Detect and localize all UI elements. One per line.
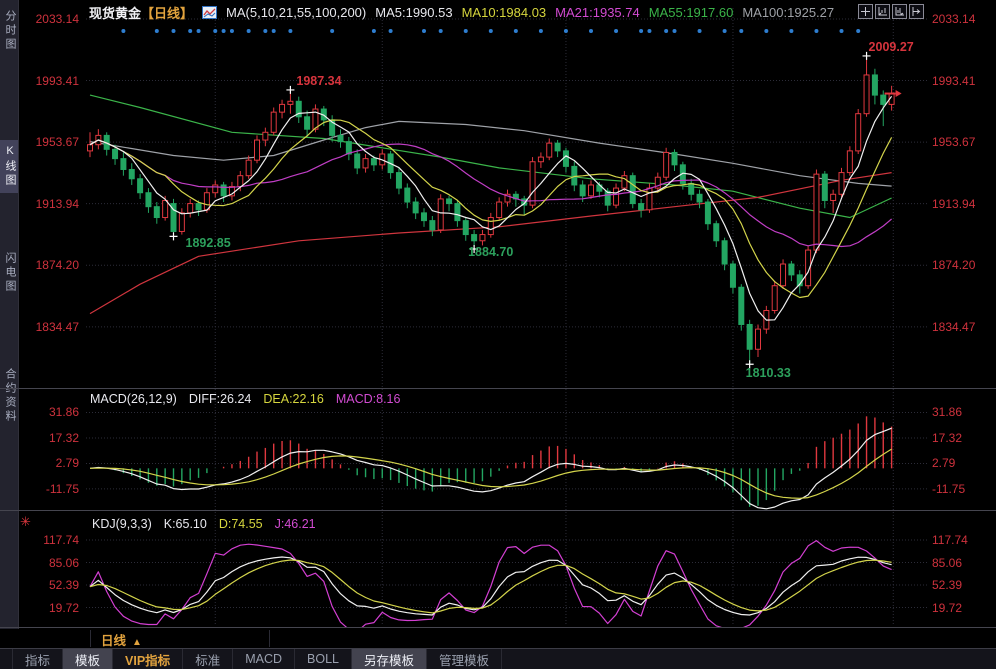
tab-save-template[interactable]: 另存模板 (352, 649, 427, 669)
axis-tick-label: 52.39 (19, 578, 79, 592)
axis-tick-label: 19.72 (932, 601, 962, 615)
tab-macd[interactable]: MACD (233, 649, 295, 669)
ma21-value: MA21:1935.74 (555, 5, 640, 20)
time-axis-row: 日线▲ (0, 629, 996, 648)
trading-app-window: 分时图 K线图 闪电图 合约资料 现货黄金【日线】 MA(5,10,21,55,… (0, 0, 996, 669)
sidebar-item-contract-info[interactable]: 合约资料 (0, 368, 18, 424)
tab-indicators[interactable]: 指标 (12, 649, 63, 669)
axis-tick-label: 17.32 (19, 431, 79, 445)
sidebar-item-time-chart[interactable]: 分时图 (0, 10, 18, 52)
axis-tick-label: 52.39 (932, 578, 962, 592)
ma100-value: MA100:1925.27 (742, 5, 834, 20)
axis-row-separator (90, 630, 91, 647)
macd-value: MACD:8.16 (336, 392, 401, 406)
axis-tick-label: 1834.47 (932, 320, 975, 334)
kdj-panel-header: KDJ(9,3,3) K:65.10 D:74.55 J:46.21 (92, 517, 316, 531)
axis-row-separator (269, 630, 270, 647)
ma-caption: MA(5,10,21,55,100,200) (226, 5, 366, 20)
diff-value: DIFF:26.24 (189, 392, 252, 406)
indicator-tabbar: 指标 模板 VIP指标 标准 MACD BOLL 另存模板 管理模板 (0, 648, 996, 669)
kline-chart-canvas[interactable] (0, 0, 996, 669)
axis-tick-label: 85.06 (932, 556, 962, 570)
axis-tick-label: 31.86 (19, 405, 79, 419)
macd-title: MACD(26,12,9) (90, 392, 177, 406)
macd-kdj-divider (0, 510, 996, 511)
tab-standard[interactable]: 标准 (183, 649, 233, 669)
tab-manage-template[interactable]: 管理模板 (427, 649, 502, 669)
ma55-value: MA55:1917.60 (649, 5, 734, 20)
axis-tick-label: 19.72 (19, 601, 79, 615)
pan-right-icon[interactable] (909, 4, 924, 19)
axis-tick-label: -11.75 (19, 482, 79, 496)
chart-header: 现货黄金【日线】 MA(5,10,21,55,100,200) MA5:1990… (89, 3, 834, 22)
indicator-settings-icon[interactable]: ✳ (20, 515, 31, 528)
axis-tick-label: 17.32 (932, 431, 962, 445)
axis-tick-label: 117.74 (19, 533, 79, 547)
tab-boll[interactable]: BOLL (295, 649, 352, 669)
axis-tick-label: 1953.67 (932, 135, 975, 149)
axis-tick-label: 1913.94 (19, 197, 79, 211)
tab-vip-indicators[interactable]: VIP指标 (113, 649, 183, 669)
j-value: J:46.21 (275, 517, 316, 531)
axis-tick-label: 31.86 (932, 405, 962, 419)
axis-tick-label: 2.79 (932, 456, 955, 470)
price-annotation: 1810.33 (746, 366, 791, 380)
axis-tick-label: 1953.67 (19, 135, 79, 149)
period-selector[interactable]: 日线▲ (101, 630, 142, 649)
d-value: D:74.55 (219, 517, 263, 531)
axis-tick-label: 1834.47 (19, 320, 79, 334)
k-value: K:65.10 (164, 517, 207, 531)
ma10-value: MA10:1984.03 (462, 5, 547, 20)
axis-tick-label: 1993.41 (19, 74, 79, 88)
dea-value: DEA:22.16 (263, 392, 323, 406)
symbol-name: 现货黄金【日线】 (89, 3, 193, 22)
chart-type-sidebar: 分时图 K线图 闪电图 合约资料 (0, 0, 19, 648)
axis-tick-label: 1993.41 (932, 74, 975, 88)
tab-templates[interactable]: 模板 (63, 649, 113, 669)
sidebar-item-kline-chart[interactable]: K线图 (0, 140, 18, 193)
axis-tick-label: 2.79 (19, 456, 79, 470)
ma5-value: MA5:1990.53 (375, 5, 452, 20)
axis-tick-label: 1874.20 (19, 258, 79, 272)
price-annotation: 1884.70 (468, 245, 513, 259)
kdj-axis-divider (0, 627, 996, 628)
macd-panel-header: MACD(26,12,9) DIFF:26.24 DEA:22.16 MACD:… (90, 392, 400, 406)
price-annotation: 1987.34 (296, 74, 341, 88)
price-annotation: 2009.27 (869, 40, 914, 54)
axis-tick-label: 117.74 (932, 533, 968, 547)
axis-tick-label: 85.06 (19, 556, 79, 570)
axis-tick-label: 2033.14 (932, 12, 975, 26)
chart-toolbar (858, 4, 924, 19)
price-annotation: 1892.85 (186, 236, 231, 250)
zoom-in-icon[interactable] (892, 4, 907, 19)
crosshair-icon[interactable] (858, 4, 873, 19)
sidebar-item-lightning-chart[interactable]: 闪电图 (0, 252, 18, 294)
axis-tick-label: 1874.20 (932, 258, 975, 272)
kdj-title: KDJ(9,3,3) (92, 517, 152, 531)
axis-tick-label: 2033.14 (19, 12, 79, 26)
main-macd-divider (0, 388, 996, 389)
chart-thumbnail-icon (202, 6, 217, 19)
zoom-out-icon[interactable] (875, 4, 890, 19)
axis-tick-label: -11.75 (932, 482, 965, 496)
axis-tick-label: 1913.94 (932, 197, 975, 211)
